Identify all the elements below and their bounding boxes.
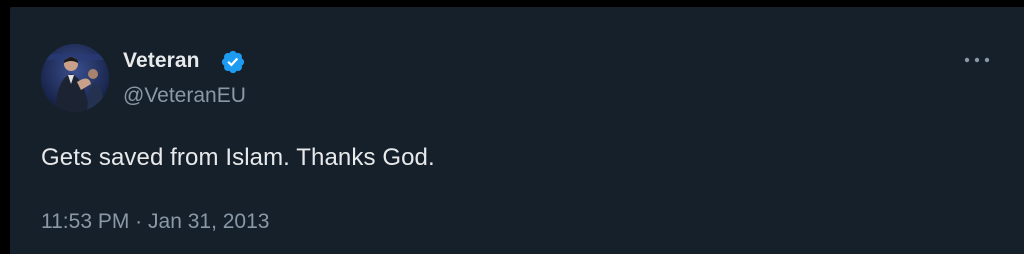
screen: Veteran @VeteranEU Gets saved from Islam… xyxy=(0,0,1024,254)
tweet-date[interactable]: Jan 31, 2013 xyxy=(148,210,269,233)
author-display-name[interactable]: Veteran xyxy=(123,49,200,73)
tweet-timestamp: 11:53 PM · Jan 31, 2013 xyxy=(41,210,269,234)
more-options-icon[interactable] xyxy=(961,49,993,71)
author-avatar[interactable] xyxy=(41,44,109,112)
tweet-card: Veteran @VeteranEU Gets saved from Islam… xyxy=(10,7,1024,254)
tweet-time[interactable]: 11:53 PM xyxy=(41,210,129,233)
verified-badge-icon xyxy=(220,49,246,75)
avatar-image xyxy=(41,44,109,112)
tweet-text: Gets saved from Islam. Thanks God. xyxy=(41,144,435,171)
author-handle[interactable]: @VeteranEU xyxy=(123,84,246,108)
meta-separator: · xyxy=(135,210,143,233)
